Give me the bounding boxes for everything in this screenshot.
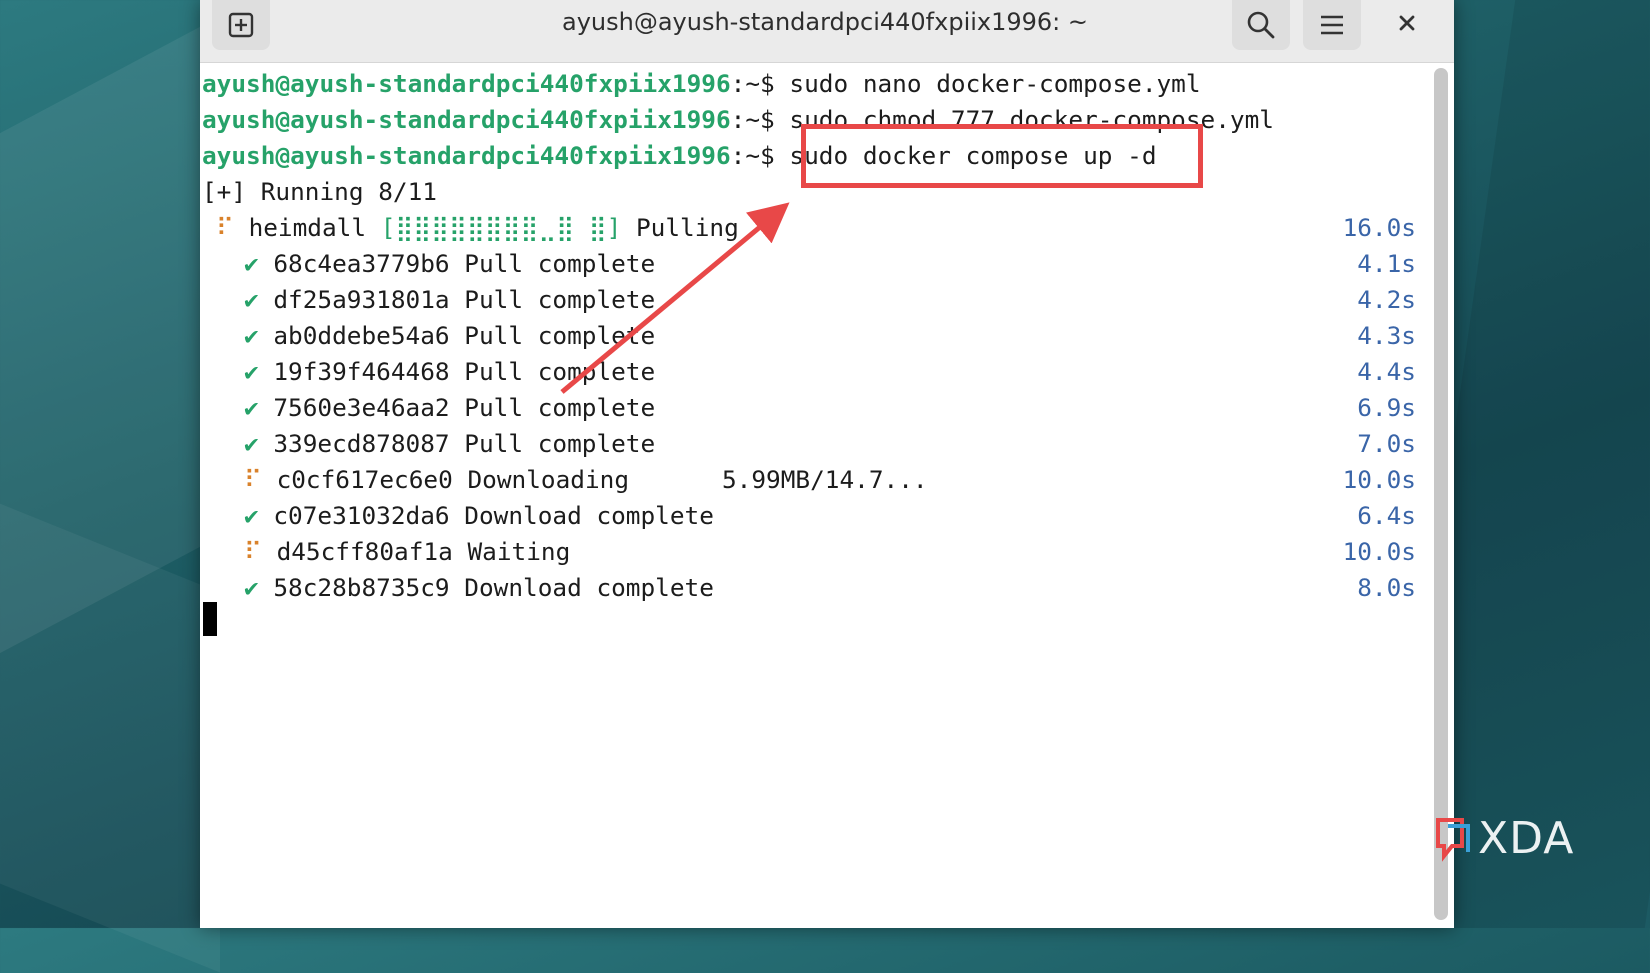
layer-row: ✔ 19f39f464468 Pull complete <box>244 355 655 389</box>
layer-status: Pull complete <box>464 249 656 278</box>
prompt-user: ayush@ayush-standardpci440fxpiix1996 <box>202 105 731 134</box>
service-name: heimdall <box>248 213 367 242</box>
prompt-suffix: :~$ <box>730 141 775 170</box>
layer-id: 339ecd878087 <box>273 429 450 458</box>
layer-id: 7560e3e46aa2 <box>273 393 450 422</box>
xda-watermark: XDA <box>1432 812 1592 866</box>
elapsed-time: 16.0s <box>1342 213 1416 242</box>
layer-row: ✔ 339ecd878087 Pull complete <box>244 427 655 461</box>
checkmark-icon: ✔ <box>244 501 259 530</box>
layer-status: Download complete <box>464 501 714 530</box>
layer-status: Waiting <box>467 537 571 566</box>
layer-id: 68c4ea3779b6 <box>273 249 450 278</box>
elapsed-time: 6.9s <box>1357 393 1416 422</box>
new-tab-button[interactable] <box>212 0 270 50</box>
layer-id: df25a931801a <box>273 285 450 314</box>
layer-status: Downloading <box>467 465 629 494</box>
layer-row: ✔ ab0ddebe54a6 Pull complete <box>244 319 655 353</box>
layer-id: ab0ddebe54a6 <box>273 321 450 350</box>
layer-id: 58c28b8735c9 <box>273 573 450 602</box>
spinner-icon: ⠏ <box>216 213 234 242</box>
spinner-icon: ⠏ <box>244 465 262 494</box>
prompt-user: ayush@ayush-standardpci440fxpiix1996 <box>202 141 731 170</box>
layer-row: ✔ df25a931801a Pull complete <box>244 283 655 317</box>
title-bar: ayush@ayush-standardpci440fxpiix1996: ~ <box>200 0 1454 63</box>
elapsed-time: 4.3s <box>1357 321 1416 350</box>
watermark-text: XDA <box>1478 813 1575 864</box>
terminal-cursor <box>203 602 217 636</box>
prompt-suffix: :~$ <box>730 105 775 134</box>
progress-bar: [⣿⣿⣿⣿⣿⣿⣿⣿⣀⣿ ⣿] <box>380 213 622 242</box>
window-title: ayush@ayush-standardpci440fxpiix1996: ~ <box>561 8 1089 36</box>
checkmark-icon: ✔ <box>244 573 259 602</box>
elapsed-time: 8.0s <box>1357 573 1416 602</box>
layer-id: 19f39f464468 <box>273 357 450 386</box>
service-line: ⠏ heimdall [⣿⣿⣿⣿⣿⣿⣿⣿⣀⣿ ⣿] Pulling <box>216 211 739 245</box>
search-icon <box>1247 11 1275 39</box>
search-button[interactable] <box>1232 0 1290 50</box>
terminal-window: ayush@ayush-standardpci440fxpiix1996: ~ … <box>200 0 1454 928</box>
command-text: sudo nano docker-compose.yml <box>789 69 1201 98</box>
prompt-line: ayush@ayush-standardpci440fxpiix1996:~$ … <box>202 67 1201 101</box>
checkmark-icon: ✔ <box>244 285 259 314</box>
wallpaper-shape <box>0 487 220 973</box>
layer-row: ⠏ d45cff80af1a Waiting <box>244 535 570 569</box>
layer-detail: 5.99MB/14.7... <box>722 465 928 494</box>
close-button[interactable] <box>1380 0 1434 46</box>
elapsed-time: 4.2s <box>1357 285 1416 314</box>
layer-row: ✔ c07e31032da6 Download complete <box>244 499 714 533</box>
layer-id: c0cf617ec6e0 <box>276 465 453 494</box>
layer-status: Pull complete <box>464 321 656 350</box>
layer-status: Pull complete <box>464 393 656 422</box>
layer-row: ✔ 58c28b8735c9 Download complete <box>244 571 714 605</box>
checkmark-icon: ✔ <box>244 393 259 422</box>
running-status: [+] Running 8/11 <box>202 177 437 206</box>
elapsed-time: 10.0s <box>1342 465 1416 494</box>
layer-row: ✔ 68c4ea3779b6 Pull complete <box>244 247 655 281</box>
layer-id: c07e31032da6 <box>273 501 450 530</box>
checkmark-icon: ✔ <box>244 249 259 278</box>
layer-status: Pull complete <box>464 357 656 386</box>
layer-status: Pull complete <box>464 429 656 458</box>
elapsed-time: 6.4s <box>1357 501 1416 530</box>
checkmark-icon: ✔ <box>244 321 259 350</box>
layer-row: ✔ 7560e3e46aa2 Pull complete <box>244 391 655 425</box>
elapsed-time: 7.0s <box>1357 429 1416 458</box>
menu-button[interactable] <box>1303 0 1361 50</box>
prompt-user: ayush@ayush-standardpci440fxpiix1996 <box>202 69 731 98</box>
layer-status: Download complete <box>464 573 714 602</box>
layer-status: Pull complete <box>464 285 656 314</box>
layer-id: d45cff80af1a <box>276 537 453 566</box>
annotation-highlight-box <box>801 124 1203 188</box>
checkmark-icon: ✔ <box>244 357 259 386</box>
elapsed-time: 4.1s <box>1357 249 1416 278</box>
elapsed-time: 4.4s <box>1357 357 1416 386</box>
close-icon <box>1399 15 1415 31</box>
spinner-icon: ⠏ <box>244 537 262 566</box>
hamburger-menu-icon <box>1321 15 1343 35</box>
scrollbar[interactable] <box>1434 68 1448 920</box>
new-tab-icon <box>228 12 254 38</box>
layer-row: ⠏ c0cf617ec6e0 Downloading 5.99MB/14.7... <box>244 463 928 497</box>
prompt-suffix: :~$ <box>730 69 775 98</box>
service-status: Pulling <box>635 213 739 242</box>
elapsed-time: 10.0s <box>1342 537 1416 566</box>
checkmark-icon: ✔ <box>244 429 259 458</box>
terminal-output[interactable]: ayush@ayush-standardpci440fxpiix1996:~$ … <box>200 62 1428 928</box>
xda-logo-icon <box>1436 818 1470 862</box>
